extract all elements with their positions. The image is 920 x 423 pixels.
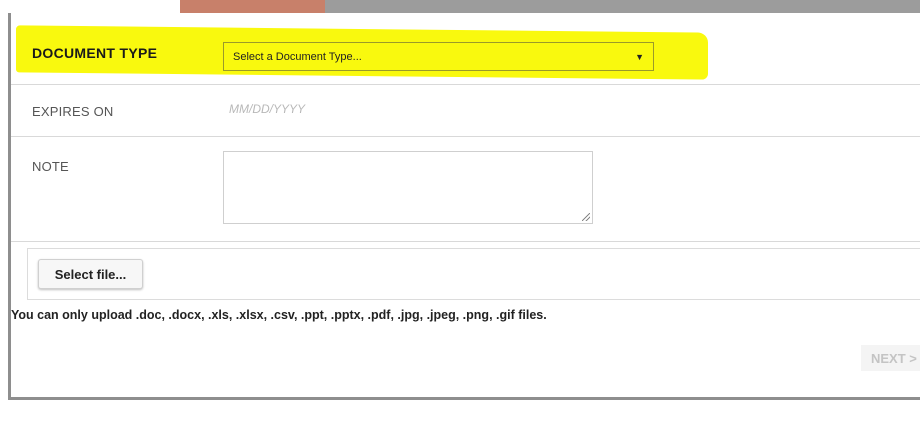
row-divider <box>11 136 920 137</box>
expires-on-label: EXPIRES ON <box>32 104 114 119</box>
next-button[interactable]: NEXT > <box>861 345 920 371</box>
allowed-file-types-note: You can only upload .doc, .docx, .xls, .… <box>11 308 547 322</box>
expires-on-input[interactable]: MM/DD/YYYY <box>229 102 305 116</box>
document-type-selected-value: Select a Document Type... <box>233 50 362 63</box>
resize-handle-icon[interactable] <box>582 213 590 221</box>
file-upload-area <box>27 248 920 300</box>
dropdown-caret-icon: ▼ <box>635 51 644 62</box>
row-divider <box>11 241 920 242</box>
note-textarea[interactable] <box>223 151 593 224</box>
note-label: NOTE <box>32 159 69 174</box>
document-type-select[interactable]: Select a Document Type... ▼ <box>223 42 654 71</box>
select-file-button[interactable]: Select file... <box>38 259 143 289</box>
active-step-indicator <box>180 0 325 13</box>
document-type-label: DOCUMENT TYPE <box>32 45 158 61</box>
step-progress-bar <box>325 0 920 13</box>
row-divider <box>11 84 920 85</box>
